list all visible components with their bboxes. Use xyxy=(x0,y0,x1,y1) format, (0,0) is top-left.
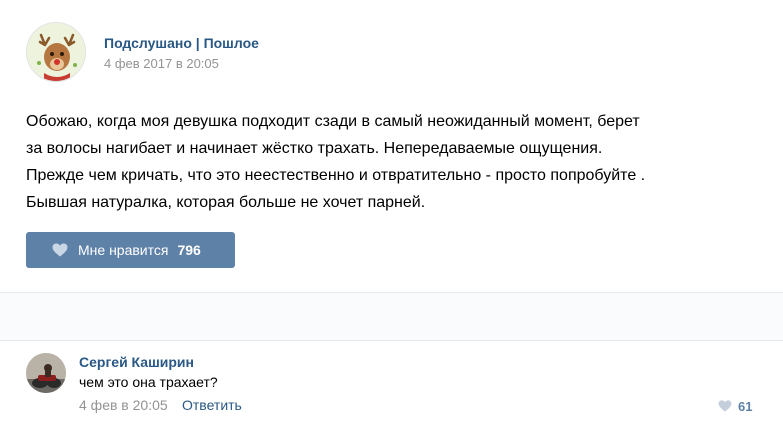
comment-avatar[interactable] xyxy=(26,353,66,393)
post-text-line: Прежде чем кричать, что это неестественн… xyxy=(26,167,646,184)
comment-author-link[interactable]: Сергей Каширин xyxy=(79,354,194,370)
post-card: Подслушано | Пошлое 4 фев 2017 в 20:05 О… xyxy=(0,0,783,293)
post-text-line: Обожаю, когда моя девушка подходит сзади… xyxy=(26,113,640,130)
post-text-line: за волосы нагибает и начинает жёстко тра… xyxy=(26,140,603,157)
like-label: Мне нравится xyxy=(78,242,169,258)
comment-like-button[interactable]: 61 xyxy=(718,397,752,415)
comment-date[interactable]: 4 фев в 20:05 xyxy=(79,397,168,413)
group-avatar-image xyxy=(27,23,85,81)
post-text: Обожаю, когда моя девушка подходит сзади… xyxy=(26,108,766,216)
group-avatar[interactable] xyxy=(26,22,86,82)
like-button[interactable]: Мне нравится 796 xyxy=(26,232,235,268)
post-text-line: Бывшая натуралка, которая больше не хоче… xyxy=(26,194,426,211)
post-date[interactable]: 4 фев 2017 в 20:05 xyxy=(104,56,219,71)
comment-avatar-image xyxy=(26,353,66,393)
section-gap xyxy=(0,293,783,340)
like-count: 796 xyxy=(177,242,201,258)
group-name-link[interactable]: Подслушано | Пошлое xyxy=(104,35,259,51)
reply-link[interactable]: Ответить xyxy=(182,397,242,413)
comment-like-count: 61 xyxy=(738,398,753,414)
divider xyxy=(0,340,783,341)
heart-icon xyxy=(52,243,68,257)
comment-text: чем это она трахает? xyxy=(79,374,218,390)
heart-icon xyxy=(718,400,732,412)
